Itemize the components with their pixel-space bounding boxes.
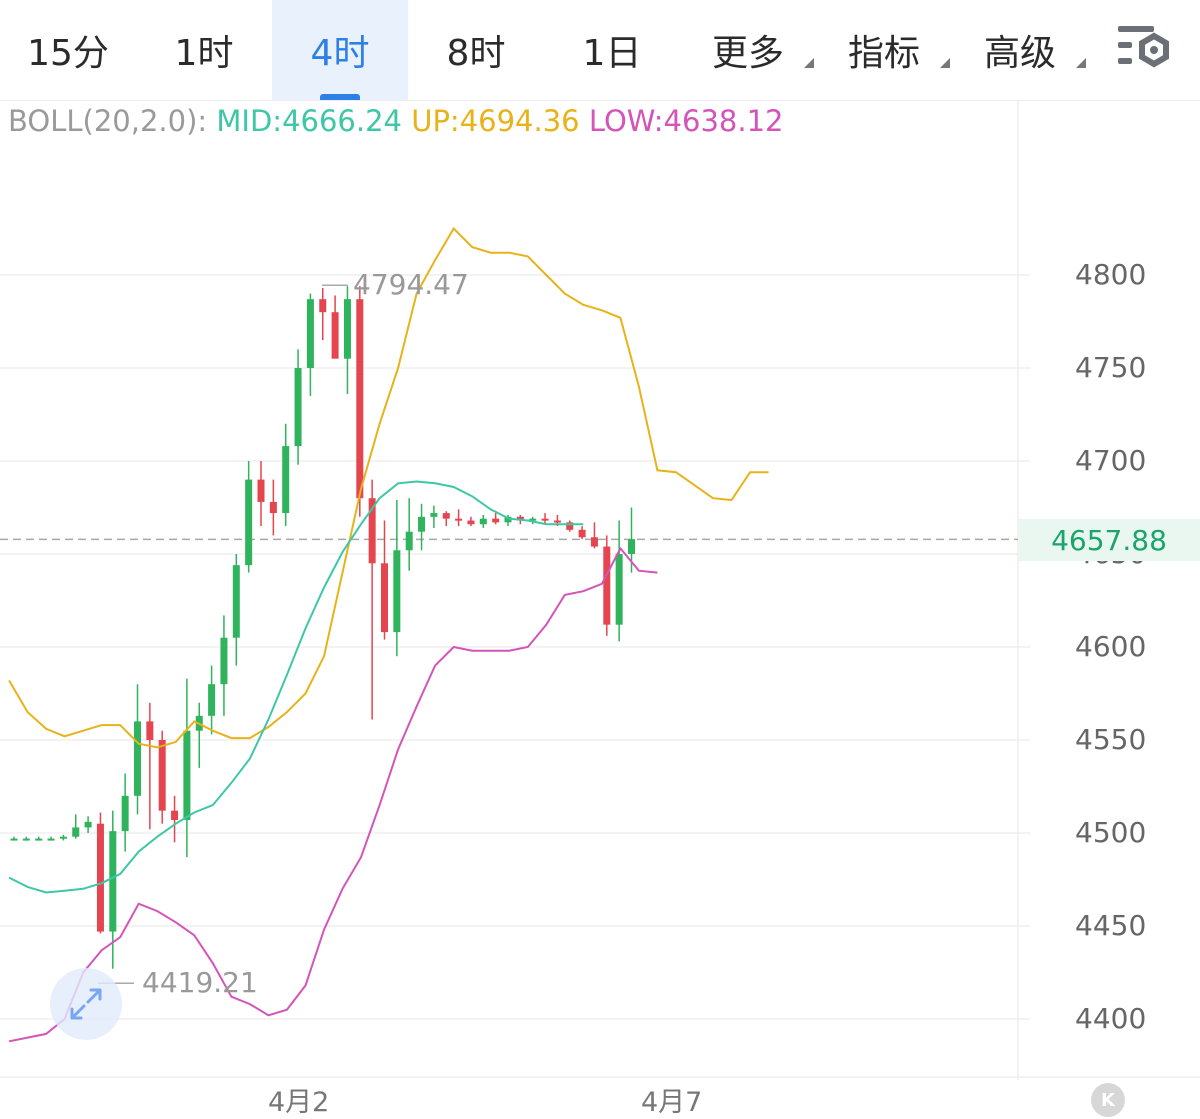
- candle-body: [343, 299, 351, 359]
- candle-body: [96, 823, 104, 932]
- candle-body: [553, 520, 561, 523]
- candle-body: [628, 539, 635, 554]
- y-tick-label: 4800: [1075, 258, 1147, 291]
- candle-body: [84, 821, 92, 828]
- candle-body: [603, 546, 611, 625]
- candle-body: [208, 684, 216, 716]
- boll-mid-line: [8, 480, 584, 894]
- candle-body: [171, 810, 179, 820]
- candle-body: [578, 529, 586, 538]
- tab-more[interactable]: 更多: [680, 0, 816, 100]
- candle-body: [59, 836, 67, 839]
- candle-body: [479, 518, 487, 525]
- tab-label: 8时: [446, 33, 506, 74]
- candle-body: [405, 531, 413, 551]
- tab-label: 指标: [847, 33, 920, 74]
- boll-upper-line: [8, 226, 769, 749]
- x-axis-label: 4月2: [268, 1087, 330, 1118]
- candle-body: [492, 518, 500, 523]
- expand-icon: [70, 988, 102, 1020]
- tab-label: 4时: [310, 33, 370, 74]
- candle-body: [442, 513, 450, 519]
- y-tick-label: 4500: [1075, 816, 1147, 849]
- caret-icon: [1076, 58, 1086, 68]
- tab-8h[interactable]: 8时: [408, 0, 544, 100]
- y-tick-label: 4400: [1075, 1002, 1147, 1035]
- tab-15m[interactable]: 15分: [0, 0, 136, 100]
- caret-icon: [804, 58, 814, 68]
- tab-1h[interactable]: 1时: [136, 0, 272, 100]
- candle-body: [22, 838, 30, 841]
- y-tick-label: 4450: [1075, 909, 1147, 942]
- candle-body: [467, 520, 475, 525]
- y-tick-label: 4600: [1075, 630, 1147, 663]
- low-price-label: 4419.21: [142, 966, 258, 999]
- tab-4h[interactable]: 4时: [272, 0, 408, 100]
- candle-body: [430, 513, 438, 517]
- tab-indicators[interactable]: 指标: [816, 0, 952, 100]
- candle-body: [294, 368, 302, 447]
- caret-icon: [940, 58, 950, 68]
- tab-label: 1时: [174, 33, 234, 74]
- chart-settings-icon[interactable]: [1112, 18, 1176, 82]
- candle-body: [381, 563, 388, 633]
- candle-body: [615, 554, 623, 625]
- tab-advanced[interactable]: 高级: [952, 0, 1088, 100]
- candle-body: [220, 637, 228, 685]
- candle-body: [282, 446, 290, 514]
- candle-body: [245, 479, 253, 566]
- candle-body: [72, 827, 80, 837]
- current-price-tag: 4657.88: [1018, 519, 1200, 561]
- candle-body: [418, 516, 426, 532]
- expand-chart-button[interactable]: [50, 968, 122, 1040]
- tab-label: 1日: [582, 33, 642, 74]
- kline-chart[interactable]: [0, 100, 1200, 1080]
- tab-1d[interactable]: 1日: [544, 0, 680, 100]
- high-price-label: 4794.47: [353, 268, 469, 301]
- candle-body: [47, 838, 55, 841]
- candle-body: [269, 501, 277, 514]
- tab-label: 高级: [983, 33, 1056, 74]
- candle-body: [158, 740, 166, 811]
- y-tick-label: 4700: [1075, 444, 1147, 477]
- candle-body: [541, 518, 549, 521]
- x-axis-label: 4月7: [641, 1087, 703, 1118]
- candle-body: [306, 299, 314, 368]
- candle-body: [35, 838, 43, 841]
- candle-body: [109, 831, 117, 932]
- candle-body: [121, 795, 129, 832]
- candle-body: [10, 838, 18, 841]
- timeframe-tabs: 15分 1时 4时 8时 1日 更多 指标 高级: [0, 0, 1200, 100]
- candle-body: [146, 721, 154, 740]
- candle-body: [183, 730, 191, 820]
- y-tick-label: 4750: [1075, 351, 1147, 384]
- candle-body: [232, 565, 240, 638]
- candle-body: [455, 518, 463, 521]
- candle-body: [319, 299, 327, 313]
- candle-body: [331, 312, 339, 359]
- y-tick-label: 4550: [1075, 723, 1147, 756]
- candle-body: [590, 537, 598, 547]
- tab-label: 15分: [27, 33, 109, 74]
- tab-label: 更多: [711, 33, 784, 74]
- candle-body: [356, 299, 364, 499]
- candle-body: [134, 721, 141, 796]
- k-badge[interactable]: K: [1091, 1083, 1125, 1117]
- candle-body: [257, 479, 265, 502]
- candle-body: [393, 550, 401, 633]
